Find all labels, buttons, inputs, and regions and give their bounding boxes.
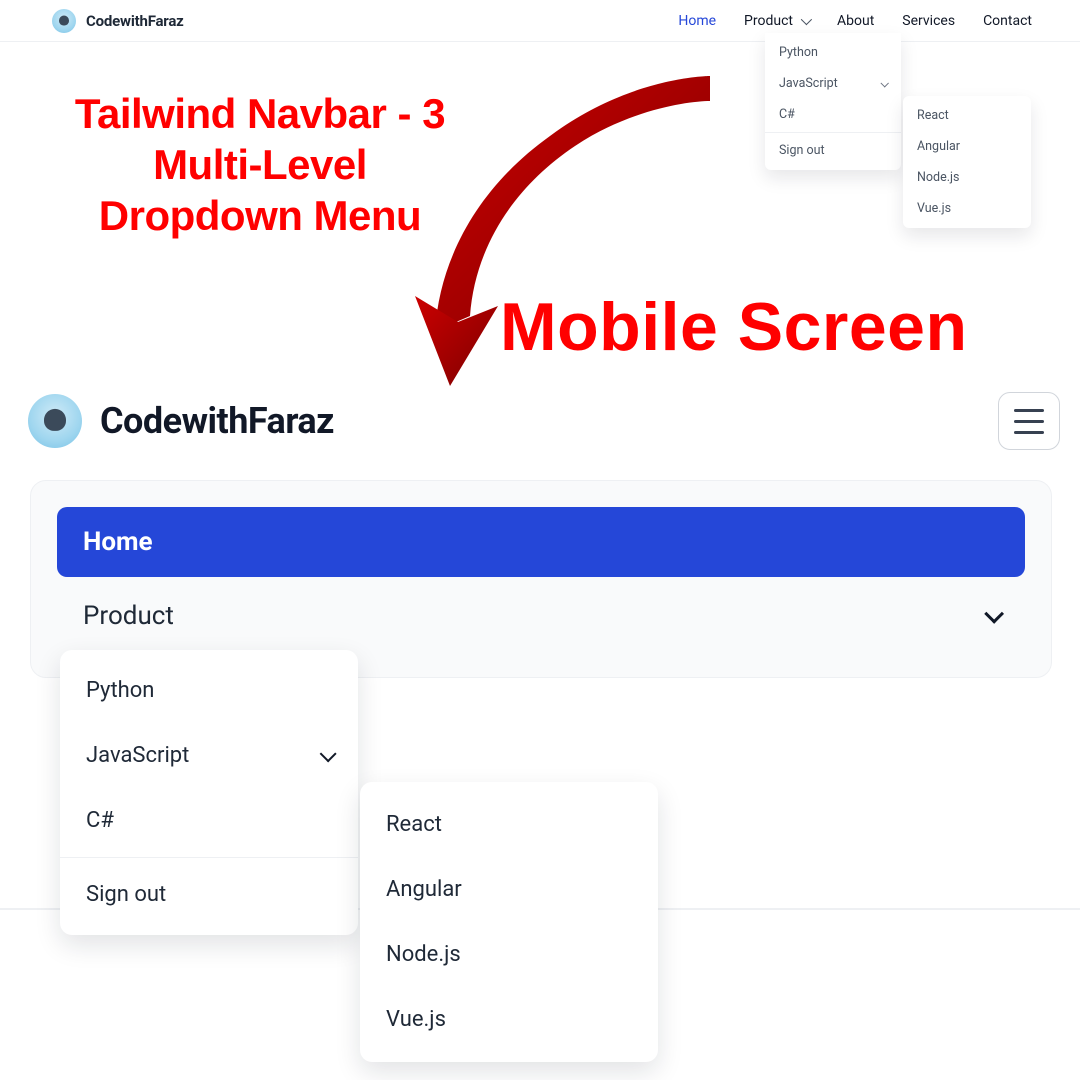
brand-text: CodewithFaraz [100, 400, 334, 442]
submenu-label: Node.js [917, 170, 959, 185]
dropdown-item-csharp[interactable]: C# [765, 99, 901, 130]
annotation-mobile: Mobile Screen [500, 288, 968, 366]
mobile-menu-product[interactable]: Product [57, 577, 1025, 651]
mobile-dd-label: Sign out [86, 882, 166, 907]
mobile-submenu-label: Angular [386, 877, 462, 902]
mobile-dd-item-csharp[interactable]: C# [60, 788, 358, 853]
brand-text: CodewithFaraz [86, 12, 184, 30]
dropdown-label: Python [779, 45, 818, 60]
dropdown-label: C# [779, 107, 795, 122]
submenu-label: Angular [917, 139, 960, 154]
submenu-item-react[interactable]: React [903, 100, 1031, 131]
mobile-menu-label: Home [83, 527, 153, 557]
mobile-menu-home[interactable]: Home [57, 507, 1025, 577]
dropdown-separator [60, 857, 358, 858]
dropdown-item-python[interactable]: Python [765, 37, 901, 68]
mobile-submenu-item-nodejs[interactable]: Node.js [360, 922, 658, 987]
annotation-line: Tailwind Navbar - 3 [30, 88, 490, 139]
mobile-submenu-item-vuejs[interactable]: Vue.js [360, 987, 658, 1052]
nav-services[interactable]: Services [902, 13, 955, 29]
mobile-menu-label: Product [83, 601, 174, 631]
mobile-submenu-item-angular[interactable]: Angular [360, 857, 658, 922]
nav-about[interactable]: About [837, 13, 874, 29]
submenu-item-nodejs[interactable]: Node.js [903, 162, 1031, 193]
mobile-dd-label: JavaScript [86, 743, 189, 768]
submenu-item-angular[interactable]: Angular [903, 131, 1031, 162]
dropdown-separator [765, 132, 901, 133]
chevron-down-icon [984, 604, 1004, 624]
dropdown-label: JavaScript [779, 76, 838, 91]
nav-contact[interactable]: Contact [983, 13, 1032, 29]
hamburger-button[interactable] [998, 392, 1060, 450]
desktop-navbar: CodewithFaraz Home Product About Service… [0, 0, 1080, 42]
annotation-line: Multi-Level [30, 139, 490, 190]
nav-links: Home Product About Services Contact [678, 13, 1032, 29]
brand-avatar-icon [28, 394, 82, 448]
mobile-submenu-item-react[interactable]: React [360, 792, 658, 857]
brand[interactable]: CodewithFaraz [28, 394, 334, 448]
dropdown-item-signout[interactable]: Sign out [765, 135, 901, 166]
chevron-down-icon [880, 79, 888, 87]
mobile-submenu-label: Vue.js [386, 1007, 446, 1032]
submenu-label: React [917, 108, 949, 123]
mobile-dd-label: C# [86, 808, 114, 833]
mobile-dd-label: Python [86, 678, 154, 703]
submenu-item-vuejs[interactable]: Vue.js [903, 193, 1031, 224]
mobile-dd-item-javascript[interactable]: JavaScript [60, 723, 358, 788]
mobile-menu-panel: Home Product [30, 480, 1052, 678]
chevron-down-icon [320, 745, 337, 762]
mobile-product-dropdown: Python JavaScript C# Sign out [60, 650, 358, 935]
submenu-label: Vue.js [917, 201, 951, 216]
mobile-dd-item-signout[interactable]: Sign out [60, 862, 358, 927]
nav-product[interactable]: Product [744, 13, 809, 29]
mobile-navbar: CodewithFaraz [28, 392, 1060, 450]
product-dropdown: Python JavaScript C# Sign out [765, 33, 901, 170]
nav-home[interactable]: Home [678, 13, 716, 29]
dropdown-item-javascript[interactable]: JavaScript [765, 68, 901, 99]
brand[interactable]: CodewithFaraz [52, 9, 184, 33]
chevron-down-icon [801, 13, 812, 24]
brand-avatar-icon [52, 9, 76, 33]
hamburger-icon [1014, 431, 1044, 434]
mobile-javascript-submenu: React Angular Node.js Vue.js [360, 782, 658, 1062]
mobile-submenu-label: Node.js [386, 942, 461, 967]
annotation-title: Tailwind Navbar - 3 Multi-Level Dropdown… [30, 88, 490, 242]
annotation-line: Dropdown Menu [30, 190, 490, 241]
dropdown-label: Sign out [779, 143, 825, 158]
javascript-submenu: React Angular Node.js Vue.js [903, 96, 1031, 228]
hamburger-icon [1014, 420, 1044, 423]
mobile-dd-item-python[interactable]: Python [60, 658, 358, 723]
hamburger-icon [1014, 409, 1044, 412]
nav-product-label: Product [744, 13, 793, 29]
mobile-submenu-label: React [386, 812, 442, 837]
